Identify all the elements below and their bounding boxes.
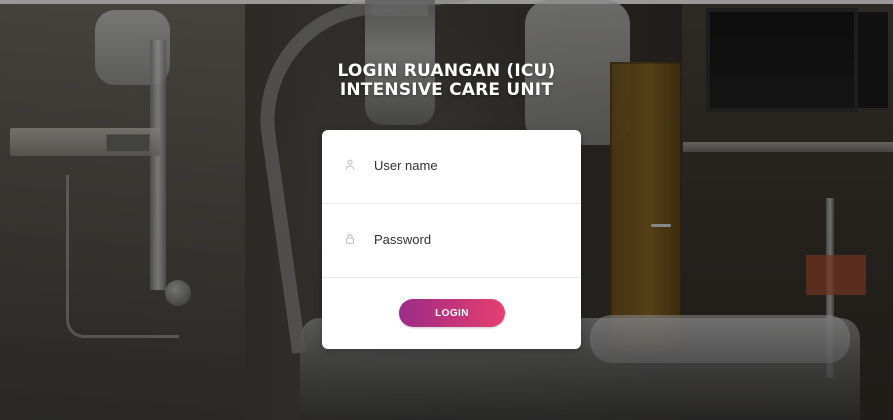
login-button[interactable]: LOGIN [399, 299, 505, 327]
page-title-line-2: INTENSIVE CARE UNIT [339, 80, 554, 100]
password-row [322, 204, 581, 278]
login-screen: LOGIN RUANGAN (ICU) INTENSIVE CARE UNIT … [0, 0, 893, 420]
page-title-line-1: LOGIN RUANGAN (ICU) [337, 61, 556, 81]
user-icon [344, 159, 356, 171]
login-card: LOGIN [322, 130, 581, 349]
lock-icon [344, 233, 356, 245]
password-input[interactable] [374, 227, 559, 251]
username-row [322, 130, 581, 204]
username-input[interactable] [374, 153, 559, 177]
